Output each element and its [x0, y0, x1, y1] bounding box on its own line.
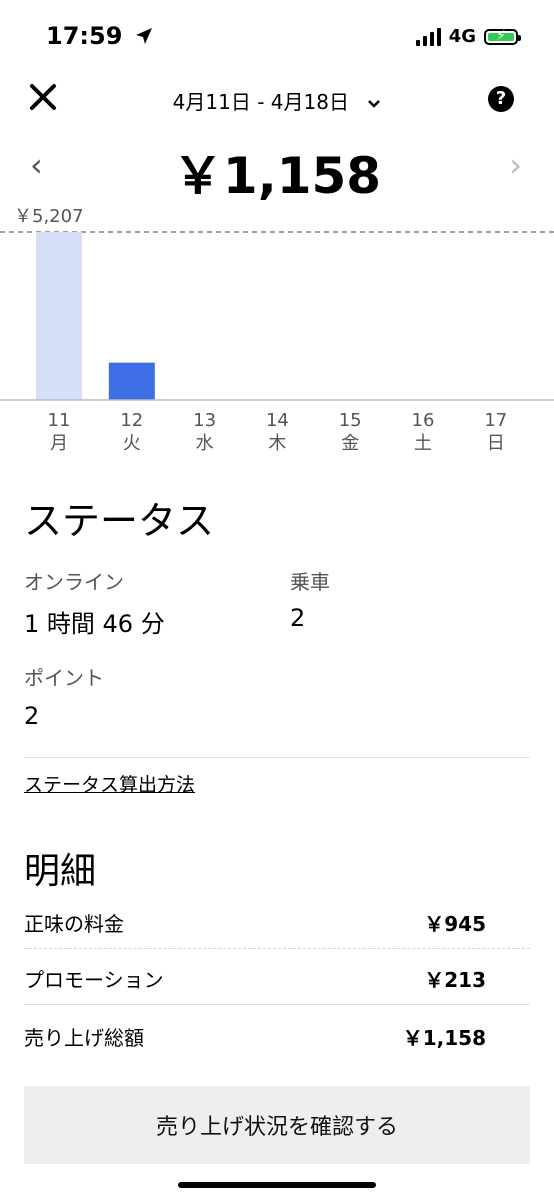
chart-day-label: 14 [266, 410, 289, 431]
chart-weekday-label: 木 [268, 433, 286, 454]
online-value: 1 時間 46 分 [24, 610, 165, 638]
points-value: 2 [24, 702, 40, 730]
chart-bar-11[interactable] [36, 232, 82, 400]
chart-weekday-label: 金 [341, 433, 359, 454]
divider [24, 1004, 530, 1005]
chart-day-label: 15 [339, 410, 362, 431]
row-label: 正味の料金 [24, 912, 124, 936]
date-range-label: 4月11日 - 4月18日 [172, 90, 349, 114]
chart-weekday-label: 火 [123, 433, 141, 454]
chart-day-label: 17 [484, 410, 507, 431]
chart-day-label: 11 [48, 410, 71, 431]
chart-bar-12[interactable] [108, 362, 155, 400]
breakdown-heading: 明細 [24, 851, 97, 892]
check-earnings-button[interactable]: 売り上げ状況を確認する [24, 1086, 530, 1164]
chart-weekday-label: 日 [487, 433, 505, 454]
row-amount: ￥945 [424, 912, 486, 936]
help-icon[interactable]: ? [488, 86, 514, 112]
rides-label: 乗車 [290, 570, 330, 594]
chart-weekday-label: 月 [50, 433, 68, 454]
chevron-right-icon[interactable]: › [509, 146, 522, 184]
row-label: 売り上げ総額 [24, 1026, 144, 1050]
date-range-selector[interactable]: 4月11日 - 4月18日 [0, 86, 554, 115]
chart-max-label: ￥5,207 [14, 206, 84, 227]
chart-weekday-label: 土 [414, 433, 432, 454]
chart-day-label: 13 [193, 410, 216, 431]
chart-day-label: 12 [120, 410, 143, 431]
location-arrow-icon [135, 23, 153, 51]
status-indicators: 4G ⚡ [415, 26, 521, 47]
breakdown-row-promotion: プロモーション ￥213 [24, 964, 486, 993]
online-label: オンライン [24, 570, 124, 594]
points-label: ポイント [24, 666, 104, 690]
status-calculation-link[interactable]: ステータス算出方法 [24, 770, 195, 797]
breakdown-row-total: 売り上げ総額 ￥1,158 [24, 1022, 486, 1051]
rides-value: 2 [290, 604, 306, 632]
divider [24, 757, 530, 758]
chart-weekday-label: 水 [196, 433, 214, 454]
time-text: 17:59 [46, 22, 123, 50]
chevron-down-icon [367, 94, 381, 113]
total-amount: ￥1,158 [172, 147, 382, 205]
divider [24, 948, 530, 949]
breakdown-row-net-fare: 正味の料金 ￥945 [24, 908, 486, 937]
row-amount: ￥213 [424, 968, 486, 992]
battery-charging-icon: ⚡ [484, 28, 521, 45]
status-time: 17:59 [46, 22, 153, 51]
status-heading: ステータス [24, 499, 215, 543]
weekly-earnings-chart: ￥5,207 11月 12火 13水 14木 15金 16土 17日 [0, 206, 554, 454]
signal-icon [415, 27, 441, 46]
row-amount: ￥1,158 [402, 1026, 486, 1050]
row-label: プロモーション [24, 968, 164, 992]
chart-day-label: 16 [412, 410, 435, 431]
network-label: 4G [448, 26, 476, 47]
home-indicator [178, 1182, 376, 1188]
